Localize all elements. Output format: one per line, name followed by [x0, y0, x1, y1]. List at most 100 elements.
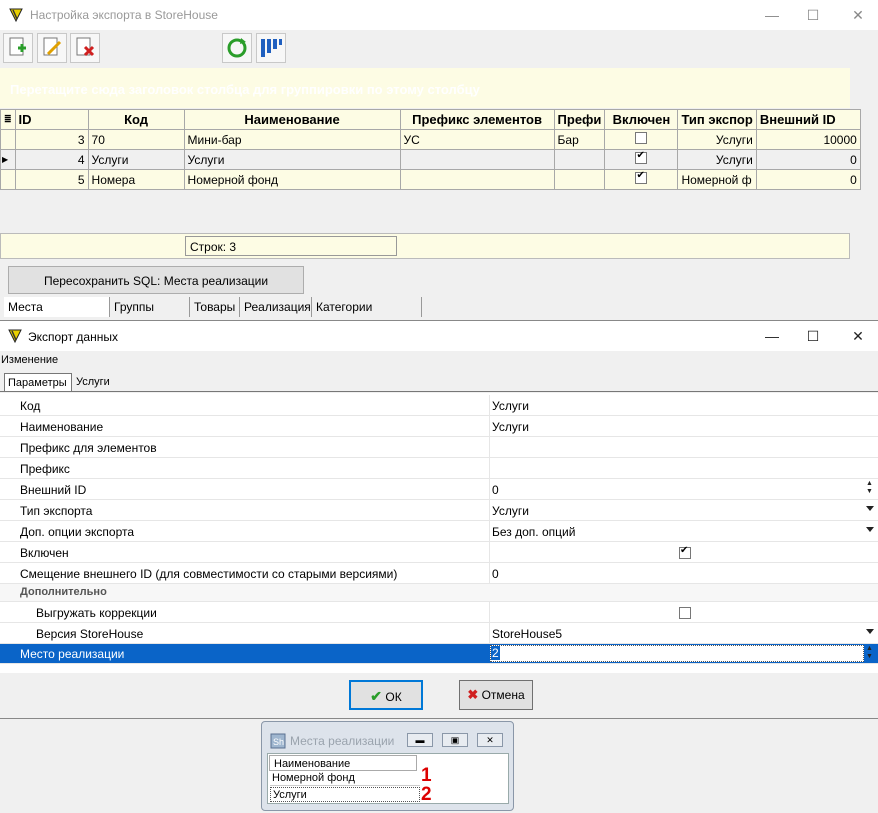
export-corrections-checkbox[interactable] — [679, 607, 691, 619]
list-item[interactable]: Номерной фонд — [270, 771, 420, 786]
tab-services[interactable]: Услуги — [73, 373, 115, 391]
enabled-checkbox[interactable] — [679, 545, 691, 559]
column-header-id[interactable]: ID — [14, 109, 89, 130]
cell-element-prefix[interactable] — [399, 149, 555, 170]
column-header-external-id[interactable]: Внешний ID — [755, 109, 861, 130]
delete-record-button[interactable] — [70, 33, 100, 63]
prop-row-prefix[interactable]: Префикс — [0, 458, 878, 479]
tab-goods[interactable]: Товары — [190, 297, 240, 317]
cell-enabled[interactable] — [604, 169, 679, 190]
refresh-button[interactable] — [222, 33, 252, 63]
prop-value[interactable]: StoreHouse5 — [492, 627, 562, 641]
column-header-element-prefix[interactable]: Префикс элементов — [399, 109, 555, 130]
prop-row-id-offset[interactable]: Смещение внешнего ID (для совместимости … — [0, 563, 878, 584]
dialog-close-button[interactable]: ✕ — [843, 326, 873, 346]
cell-code[interactable]: Услуги — [87, 149, 185, 170]
cell-name[interactable]: Мини-бар — [183, 129, 401, 150]
cell-element-prefix[interactable] — [399, 169, 555, 190]
cell-external-id[interactable]: 0 — [755, 149, 861, 170]
prop-value[interactable]: 0 — [492, 567, 499, 581]
sales-place-input[interactable]: 2 — [490, 645, 864, 662]
add-record-button[interactable] — [3, 33, 33, 63]
prop-category-additional[interactable]: Дополнительно — [0, 584, 878, 602]
close-button[interactable]: ✕ — [843, 5, 873, 25]
group-by-panel[interactable]: Перетащите сюда заголовок столбца для гр… — [0, 68, 850, 108]
cell-enabled[interactable] — [604, 129, 679, 150]
table-row[interactable]: 5 Номера Номерной фонд Номерной ф 0 — [0, 169, 861, 190]
prop-value[interactable]: Без доп. опций — [492, 525, 575, 539]
table-row[interactable]: 3 70 Мини-бар УС Бар Услуги 10000 — [0, 129, 861, 150]
columns-button[interactable] — [256, 33, 286, 63]
prop-row-export-type[interactable]: Тип экспорта Услуги — [0, 500, 878, 521]
dialog-minimize-button[interactable]: — — [757, 326, 787, 346]
cell-name[interactable]: Номерной фонд — [183, 169, 401, 190]
prop-row-export-corrections[interactable]: Выгружать коррекции — [0, 602, 878, 623]
dropdown-arrow-icon[interactable] — [866, 506, 874, 511]
dialog-maximize-button[interactable]: ☐ — [798, 326, 828, 346]
menu-edit[interactable]: Изменение — [1, 354, 58, 366]
tab-expense-categories[interactable]: Категории расхода — [312, 297, 422, 334]
column-header-enabled[interactable]: Включен — [604, 109, 679, 130]
enabled-checkbox[interactable] — [635, 151, 648, 164]
prop-row-enabled[interactable]: Включен — [0, 542, 878, 563]
dropdown-arrow-icon[interactable] — [866, 629, 874, 634]
prop-value[interactable]: Услуги — [492, 420, 529, 434]
minimize-button[interactable]: — — [757, 5, 787, 25]
column-header-prefix[interactable]: Префи — [553, 109, 606, 130]
table-row[interactable]: ▶ 4 Услуги Услуги Услуги 0 — [0, 149, 861, 170]
cell-prefix[interactable] — [553, 169, 606, 190]
cell-code[interactable]: 70 — [87, 129, 185, 150]
column-header-export-type[interactable]: Тип экспор — [677, 109, 757, 130]
cell-external-id[interactable]: 0 — [755, 169, 861, 190]
spinner-icon[interactable]: ▲ ▼ — [866, 480, 873, 496]
maximize-button[interactable]: ☐ — [798, 5, 828, 25]
sales-places-window: Sh Места реализации ▬ ▣ ✕ Наименование Н… — [261, 721, 514, 811]
prop-row-export-options[interactable]: Доп. опции экспорта Без доп. опций — [0, 521, 878, 542]
column-header-name[interactable]: Наименование — [269, 755, 417, 771]
spinner-icon[interactable]: ▲ ▼ — [866, 645, 873, 661]
prop-row-name[interactable]: Наименование Услуги — [0, 416, 878, 437]
prop-value[interactable]: Услуги — [492, 399, 529, 413]
prop-row-storehouse-version[interactable]: Версия StoreHouse StoreHouse5 — [0, 623, 878, 644]
cell-name[interactable]: Услуги — [183, 149, 401, 170]
resave-sql-button[interactable]: Пересохранить SQL: Места реализации — [8, 266, 304, 294]
dialog-titlebar: Экспорт данных — ☐ ✕ — [0, 321, 878, 351]
cell-code[interactable]: Номера — [87, 169, 185, 190]
prop-row-code[interactable]: Код Услуги — [0, 395, 878, 416]
ok-button[interactable]: ✔ ОК — [349, 680, 423, 710]
tab-sales[interactable]: Реализация — [240, 297, 312, 317]
prop-value[interactable]: Услуги — [492, 504, 529, 518]
tab-menu-groups[interactable]: Группы меню — [110, 297, 190, 334]
cell-enabled[interactable] — [604, 149, 679, 170]
list-item[interactable]: Услуги — [270, 787, 420, 802]
prop-row-external-id[interactable]: Внешний ID 0 ▲ ▼ — [0, 479, 878, 500]
small-restore-button[interactable]: ▣ — [442, 733, 468, 747]
prop-row-element-prefix[interactable]: Префикс для элементов — [0, 437, 878, 458]
cell-id[interactable]: 4 — [14, 149, 89, 170]
enabled-checkbox[interactable] — [635, 171, 648, 184]
small-close-button[interactable]: ✕ — [477, 733, 503, 747]
storehouse-app-icon — [8, 329, 22, 344]
cell-element-prefix[interactable]: УС — [399, 129, 555, 150]
cancel-button[interactable]: ✖ Отмена — [459, 680, 533, 710]
small-minimize-button[interactable]: ▬ — [407, 733, 433, 747]
enabled-checkbox[interactable] — [635, 132, 648, 144]
edit-record-button[interactable] — [37, 33, 67, 63]
column-header-name[interactable]: Наименование — [183, 109, 401, 130]
prop-value[interactable]: 0 — [492, 483, 499, 497]
cell-export-type[interactable]: Номерной ф — [677, 169, 757, 190]
cell-prefix[interactable] — [553, 149, 606, 170]
cell-prefix[interactable]: Бар — [553, 129, 606, 150]
cell-export-type[interactable]: Услуги — [677, 149, 757, 170]
prop-row-sales-place[interactable]: Место реализации 2 ▲ ▼ — [0, 644, 878, 664]
column-header-code[interactable]: Код — [87, 109, 185, 130]
cell-id[interactable]: 3 — [14, 129, 89, 150]
cell-export-type[interactable]: Услуги — [677, 129, 757, 150]
cell-id[interactable]: 5 — [14, 169, 89, 190]
tab-parameters[interactable]: Параметры — [4, 373, 72, 391]
cell-external-id[interactable]: 10000 — [755, 129, 861, 150]
tab-sales-places[interactable]: Места реализации — [4, 297, 110, 334]
dropdown-arrow-icon[interactable] — [866, 527, 874, 532]
cancel-label: Отмена — [481, 688, 525, 702]
grid-menu-icon[interactable]: ≣ — [0, 109, 16, 130]
